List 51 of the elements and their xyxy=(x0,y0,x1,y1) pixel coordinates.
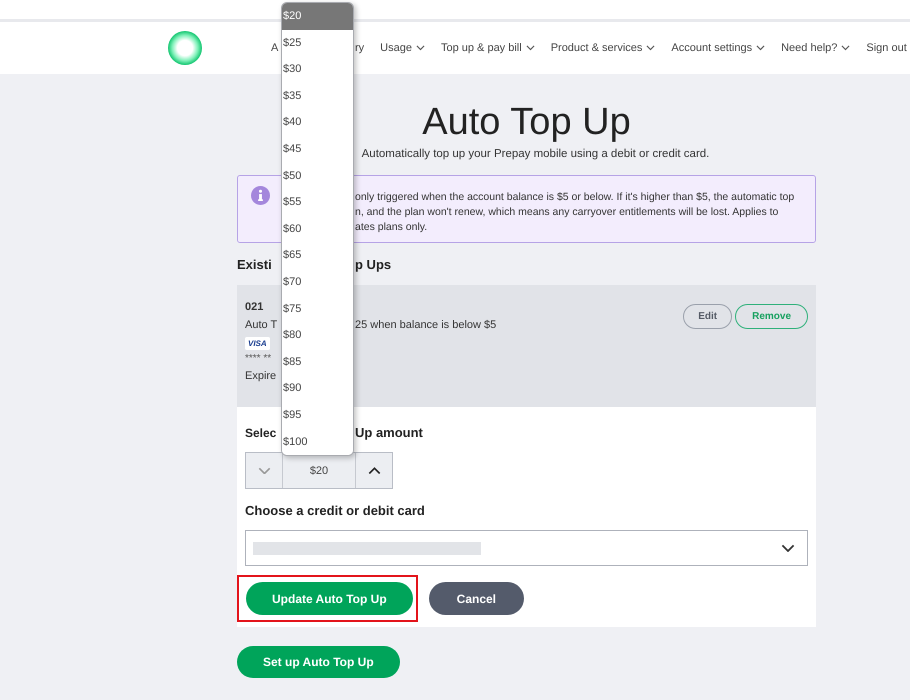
chevron-down-icon xyxy=(781,544,795,552)
dropdown-option[interactable]: $100 xyxy=(282,428,353,456)
dropdown-option[interactable]: $20 xyxy=(282,3,353,30)
dropdown-option[interactable]: $30 xyxy=(282,56,353,83)
dropdown-option[interactable]: $25 xyxy=(282,30,353,56)
expiry-text: Expire xyxy=(245,370,276,382)
nav-link[interactable]: Top up & pay bill xyxy=(440,42,535,54)
dropdown-option[interactable]: $65 xyxy=(282,242,353,269)
section-heading: Existi xyxy=(237,257,272,272)
dropdown-option[interactable]: $95 xyxy=(282,402,353,428)
dropdown-option[interactable]: $85 xyxy=(282,348,353,376)
dropdown-option[interactable]: $60 xyxy=(282,216,353,242)
chevron-down-icon xyxy=(258,466,270,474)
caret-icon xyxy=(526,45,535,51)
dropdown-option[interactable]: $75 xyxy=(282,296,353,322)
edit-button[interactable]: Edit xyxy=(683,304,732,329)
caret-icon xyxy=(756,45,766,51)
dropdown-option[interactable]: $40 xyxy=(282,109,353,136)
nav-link[interactable]: Usage xyxy=(380,42,425,54)
visa-logo-icon: VISA xyxy=(245,337,270,350)
logo-icon xyxy=(167,30,203,66)
caret-icon xyxy=(841,45,850,51)
section-heading: p Ups xyxy=(355,257,392,272)
amount-label: Up amount xyxy=(355,425,423,440)
dropdown-option[interactable]: $45 xyxy=(282,136,353,163)
caret-icon xyxy=(646,45,656,51)
card-number-label: 021 xyxy=(245,301,264,313)
chevron-up-icon xyxy=(368,466,380,474)
dropdown-option[interactable]: $50 xyxy=(282,162,353,190)
nav-link[interactable]: Need help? xyxy=(781,42,850,54)
dropdown-option[interactable]: $80 xyxy=(282,322,353,349)
dropdown-option[interactable]: $90 xyxy=(282,375,353,402)
page-subtitle: Automatically top up your Prepay mobile using a debit or credit card. xyxy=(362,148,710,160)
masked-card-number: **** ** xyxy=(245,353,272,364)
info-icon xyxy=(251,186,270,205)
top-up-description: Auto T xyxy=(245,319,278,331)
nav-link[interactable]: Account settings xyxy=(671,42,766,54)
cancel-button[interactable]: Cancel xyxy=(428,582,524,615)
card-select[interactable] xyxy=(245,530,808,566)
nav-link[interactable]: ry xyxy=(355,42,364,54)
top-up-description: 25 when balance is below $5 xyxy=(355,319,498,331)
nav-link[interactable]: Sign out xyxy=(866,42,907,54)
amount-label: Selec xyxy=(245,426,276,440)
card-select-label: Choose a credit or debit card xyxy=(245,503,426,518)
notice-text: only triggered when the account balance is $5 or below. If it's higher than $5, the automatic top n, and the plan won't renew, which means any carryover entitlements will be lost. Applies to ates plans only. xyxy=(355,190,796,235)
nav-link[interactable]: Product & services xyxy=(550,42,656,54)
dropdown-option[interactable]: $55 xyxy=(282,189,353,216)
page-title: Auto Top Up xyxy=(422,100,631,144)
dropdown-option[interactable]: $70 xyxy=(282,268,353,296)
caret-icon xyxy=(416,45,425,51)
dropdown-option[interactable]: $35 xyxy=(282,82,353,110)
